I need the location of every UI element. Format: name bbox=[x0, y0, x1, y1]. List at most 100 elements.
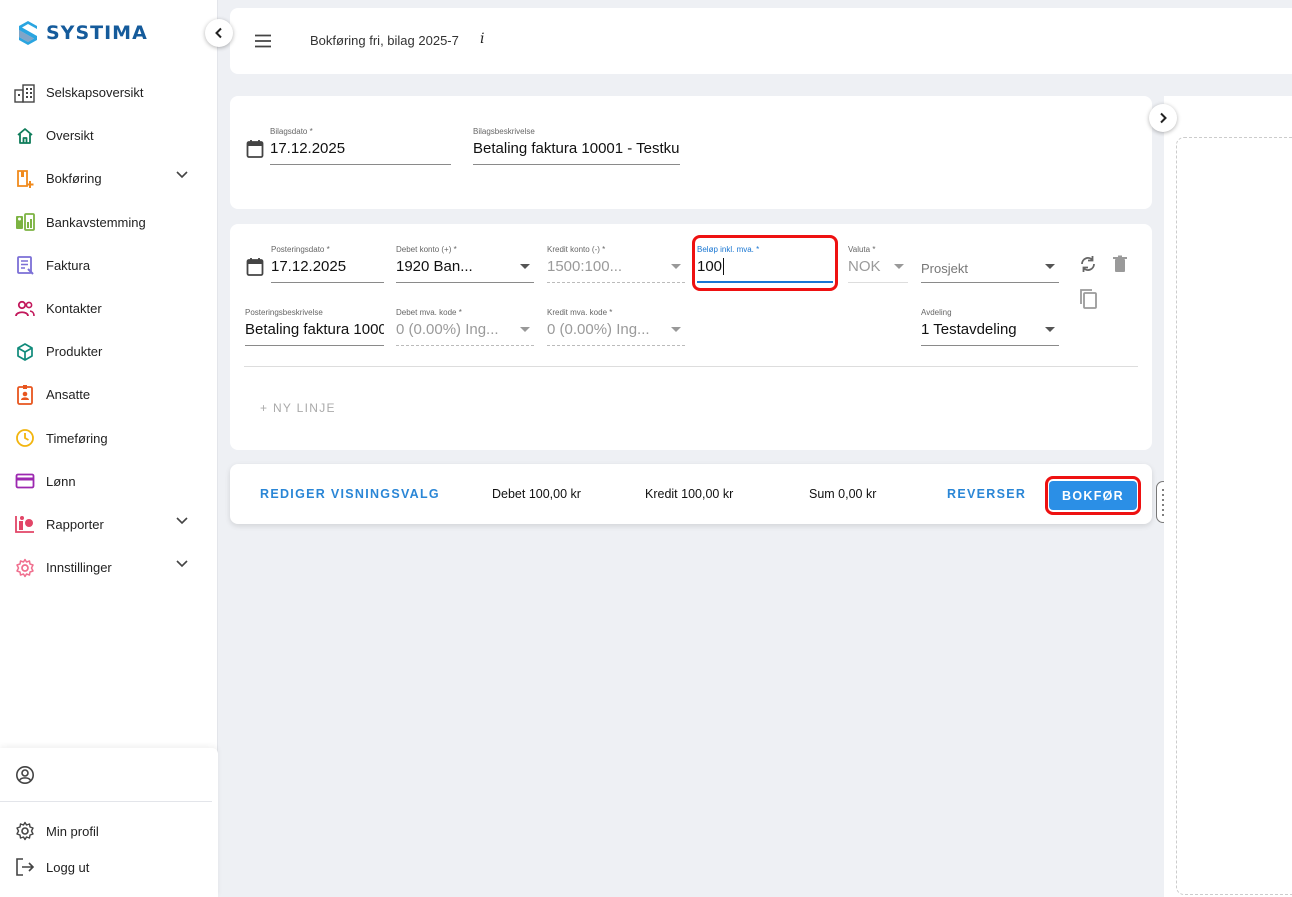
info-icon[interactable]: i bbox=[480, 31, 484, 47]
field-value: 0 (0.00%) Ing... bbox=[547, 321, 650, 338]
field-value: 17.12.2025 bbox=[270, 140, 346, 157]
sidebar-item-label: Ansatte bbox=[46, 387, 91, 403]
dropdown-arrow-icon bbox=[894, 264, 904, 269]
new-line-button[interactable]: + NY LINJE bbox=[260, 401, 336, 415]
field-label: Avdeling bbox=[921, 308, 952, 317]
bookkeeping-icon bbox=[14, 168, 36, 190]
sidebar-item-label: Rapporter bbox=[46, 516, 104, 532]
voucher-header-card: Bilagsdato * 17.12.2025 Bilagsbeskrivels… bbox=[230, 96, 1152, 209]
employee-badge-icon bbox=[14, 384, 36, 406]
calendar-icon[interactable] bbox=[246, 257, 264, 277]
chevron-down-icon bbox=[176, 517, 188, 525]
calendar-icon[interactable] bbox=[246, 139, 264, 159]
sum-total: Sum 0,00 kr bbox=[809, 487, 877, 501]
field-value: 0 (0.00%) Ing... bbox=[396, 321, 499, 338]
payroll-card-icon bbox=[14, 470, 36, 492]
user-account[interactable] bbox=[0, 748, 212, 802]
logo[interactable]: SYSTIMA bbox=[16, 20, 148, 46]
posteringsdato-field[interactable]: Posteringsdato * 17.12.2025 bbox=[271, 245, 384, 283]
chevron-down-icon bbox=[176, 171, 188, 179]
min-profil-link[interactable]: Min profil bbox=[0, 813, 218, 849]
debet-mva-kode-select[interactable]: Debet mva. kode * 0 (0.00%) Ing... bbox=[396, 308, 534, 346]
sidebar-item-selskapsoversikt[interactable]: Selskapsoversikt bbox=[0, 71, 218, 114]
account-circle-icon bbox=[14, 764, 36, 786]
field-placeholder: Prosjekt bbox=[921, 261, 968, 276]
page-title: Bokføring fri, bilag 2025-7 bbox=[310, 33, 459, 48]
sidebar-item-kontakter[interactable]: Kontakter bbox=[0, 287, 218, 330]
min-profil-label: Min profil bbox=[46, 823, 99, 839]
field-label: Valuta * bbox=[848, 245, 876, 254]
kredit-mva-kode-select[interactable]: Kredit mva. kode * 0 (0.00%) Ing... bbox=[547, 308, 685, 346]
sidebar-item-label: Faktura bbox=[46, 257, 91, 273]
copy-icon[interactable] bbox=[1078, 288, 1098, 310]
field-value: NOK bbox=[848, 258, 881, 275]
building-icon bbox=[14, 82, 36, 104]
highlight-box bbox=[1045, 476, 1141, 515]
chevron-left-icon bbox=[215, 27, 222, 39]
field-label: Posteringsbeskrivelse bbox=[245, 308, 323, 317]
sidebar-item-produkter[interactable]: Produkter bbox=[0, 330, 218, 373]
attachment-drop-zone[interactable] bbox=[1176, 137, 1292, 895]
sidebar-nav: Selskapsoversikt Oversikt Bokføring Bank… bbox=[0, 71, 218, 589]
sidebar-item-label: Oversikt bbox=[46, 128, 94, 144]
field-label: Kredit mva. kode * bbox=[547, 308, 613, 317]
sync-icon[interactable] bbox=[1078, 254, 1098, 274]
debet-konto-select[interactable]: Debet konto (+) * 1920 Ban... bbox=[396, 245, 534, 283]
chevron-down-icon bbox=[176, 560, 188, 568]
dropdown-arrow-icon bbox=[1045, 264, 1055, 269]
reports-icon bbox=[14, 513, 36, 535]
sidebar-item-label: Innstillinger bbox=[46, 560, 112, 576]
dropdown-arrow-icon bbox=[671, 327, 681, 332]
valuta-select[interactable]: Valuta * NOK bbox=[848, 245, 908, 283]
collapse-sidebar-button[interactable] bbox=[205, 19, 233, 47]
bank-reconciliation-icon bbox=[14, 211, 36, 233]
posting-lines-card: Posteringsdato * 17.12.2025 Debet konto … bbox=[230, 224, 1152, 450]
clock-icon bbox=[14, 427, 36, 449]
brand-name: SYSTIMA bbox=[46, 22, 148, 44]
dropdown-arrow-icon bbox=[520, 264, 530, 269]
field-label: Bilagsdato * bbox=[270, 127, 313, 136]
sidebar-item-ansatte[interactable]: Ansatte bbox=[0, 373, 218, 416]
sidebar-item-label: Kontakter bbox=[46, 301, 102, 317]
field-label: Debet mva. kode * bbox=[396, 308, 462, 317]
sidebar-item-bankavstemming[interactable]: Bankavstemming bbox=[0, 201, 218, 244]
avdeling-select[interactable]: Avdeling 1 Testavdeling bbox=[921, 308, 1059, 346]
sidebar-item-timeforing[interactable]: Timeføring bbox=[0, 417, 218, 460]
field-value: 1 Testavdeling bbox=[921, 321, 1017, 338]
kredit-konto-select[interactable]: Kredit konto (-) * 1500:100... bbox=[547, 245, 685, 283]
dropdown-arrow-icon bbox=[671, 264, 681, 269]
prosjekt-select[interactable]: Prosjekt bbox=[921, 245, 1059, 283]
sidebar-item-lonn[interactable]: Lønn bbox=[0, 460, 218, 503]
expand-panel-button[interactable] bbox=[1149, 104, 1177, 132]
delete-icon[interactable] bbox=[1112, 255, 1128, 273]
sidebar-bottom: Min profil Logg ut bbox=[0, 748, 218, 897]
sidebar-item-bokforing[interactable]: Bokføring bbox=[0, 157, 218, 200]
field-label: Kredit konto (-) * bbox=[547, 245, 606, 254]
sidebar-item-label: Lønn bbox=[46, 473, 76, 489]
logg-ut-label: Logg ut bbox=[46, 859, 90, 875]
edit-view-options-button[interactable]: REDIGER VISNINGSVALG bbox=[260, 487, 440, 501]
field-value: Betaling faktura 10001 - Testkunde bbox=[473, 140, 680, 157]
home-icon bbox=[14, 125, 36, 147]
highlight-box bbox=[692, 235, 838, 291]
posteringsbeskrivelse-field[interactable]: Posteringsbeskrivelse Betaling faktura 1… bbox=[245, 308, 384, 346]
sidebar-item-label: Bankavstemming bbox=[46, 214, 146, 230]
bilagsbeskrivelse-field[interactable]: Bilagsbeskrivelse Betaling faktura 10001… bbox=[473, 127, 680, 165]
sidebar-item-faktura[interactable]: Faktura bbox=[0, 244, 218, 287]
bilagsdato-field[interactable]: Bilagsdato * 17.12.2025 bbox=[270, 127, 451, 165]
hamburger-menu-icon[interactable] bbox=[252, 30, 274, 52]
debit-total: Debet 100,00 kr bbox=[492, 487, 581, 501]
summary-bar: REDIGER VISNINGSVALG Debet 100,00 kr Kre… bbox=[230, 464, 1152, 524]
sidebar-item-innstillinger[interactable]: Innstillinger bbox=[0, 546, 218, 589]
attachment-panel bbox=[1164, 96, 1292, 897]
reverse-button[interactable]: REVERSER bbox=[947, 487, 1026, 501]
sidebar-item-label: Timeføring bbox=[46, 430, 108, 446]
field-label: Bilagsbeskrivelse bbox=[473, 127, 535, 136]
logg-ut-link[interactable]: Logg ut bbox=[0, 849, 218, 885]
sidebar-item-oversikt[interactable]: Oversikt bbox=[0, 114, 218, 157]
field-label: Debet konto (+) * bbox=[396, 245, 457, 254]
divider bbox=[244, 366, 1138, 367]
sidebar-item-rapporter[interactable]: Rapporter bbox=[0, 503, 218, 546]
field-value: Betaling faktura 10001 bbox=[245, 321, 384, 338]
chevron-right-icon bbox=[1160, 112, 1167, 124]
